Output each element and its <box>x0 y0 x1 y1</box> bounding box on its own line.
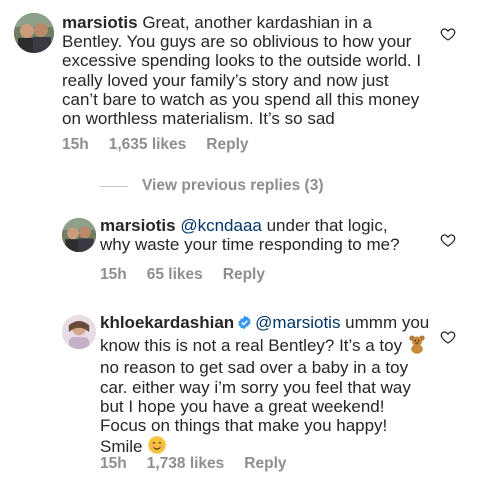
mention-link[interactable]: @kcndaaa <box>180 216 262 235</box>
comment-likes[interactable]: 1,635 likes <box>109 136 187 154</box>
reply-button[interactable]: Reply <box>223 266 265 284</box>
heart-icon[interactable] <box>440 26 456 42</box>
comment-time: 15h <box>100 266 127 283</box>
comment-text: marsiotis @kcndaaa under that logic, why… <box>100 216 420 254</box>
heart-icon[interactable] <box>440 329 456 345</box>
comment-time: 15h <box>62 136 89 153</box>
comment-username[interactable]: marsiotis <box>100 216 176 235</box>
reply-button[interactable]: Reply <box>244 455 286 473</box>
avatar[interactable] <box>62 315 96 349</box>
view-previous-replies-button[interactable]: View previous replies (3) <box>100 177 323 195</box>
comment-meta: 15h 1,738 likes Reply <box>100 455 287 473</box>
comment-username[interactable]: marsiotis <box>62 13 138 32</box>
comment-likes[interactable]: 1,738 likes <box>147 455 225 473</box>
teddy-bear-emoji <box>407 334 427 358</box>
verified-badge-icon <box>237 315 252 334</box>
comment-meta: 15h 65 likes Reply <box>100 266 265 284</box>
view-previous-replies-label: View previous replies (3) <box>142 177 324 194</box>
comment-text: marsiotis Great, another kardashian in a… <box>62 13 422 128</box>
comment-text: khloekardashian @marsiotis ummm you know … <box>100 313 430 459</box>
reply-button[interactable]: Reply <box>206 136 248 154</box>
avatar[interactable] <box>14 13 54 53</box>
comment-username[interactable]: khloekardashian <box>100 313 234 332</box>
comment-likes[interactable]: 65 likes <box>147 266 203 284</box>
mention-link[interactable]: @marsiotis <box>255 313 340 332</box>
divider-line <box>100 185 128 187</box>
comment-time: 15h <box>100 455 127 472</box>
avatar[interactable] <box>62 218 96 252</box>
heart-icon[interactable] <box>440 232 456 248</box>
comment-meta: 15h 1,635 likes Reply <box>62 136 249 154</box>
